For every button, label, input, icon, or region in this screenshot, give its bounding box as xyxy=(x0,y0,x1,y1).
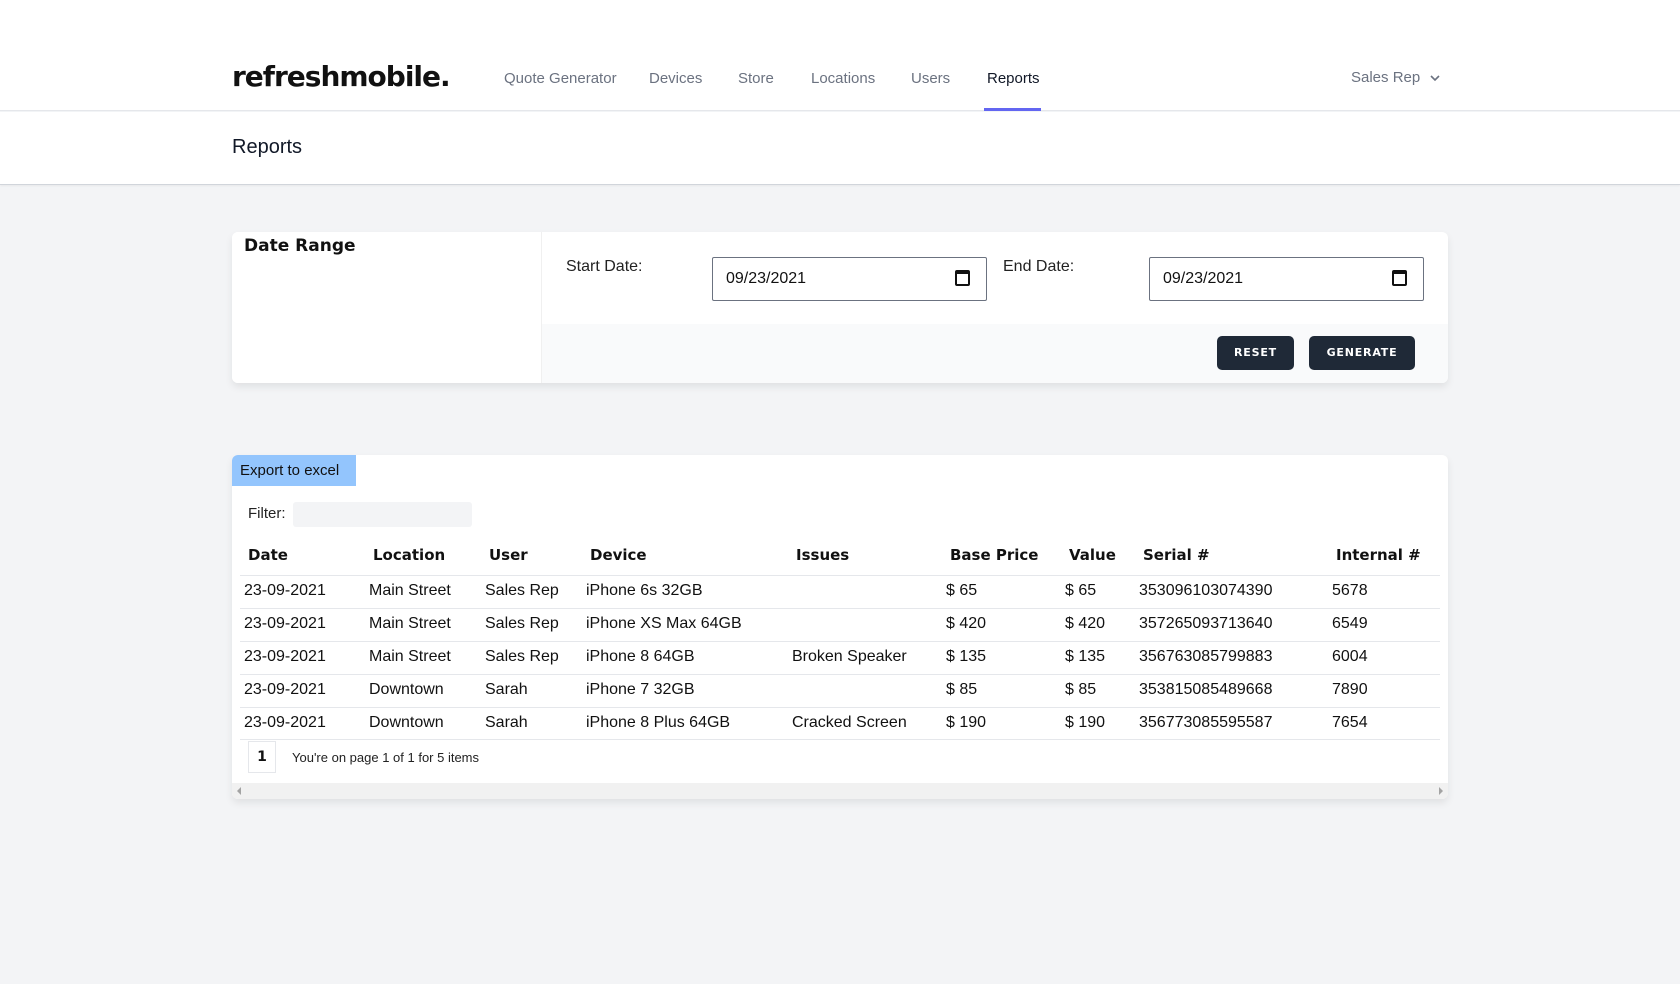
cell-serial: 353096103074390 xyxy=(1139,582,1273,599)
generate-button[interactable]: GENERATE xyxy=(1309,336,1415,370)
column-header-internal[interactable]: Internal # xyxy=(1336,546,1421,564)
cell-date: 23-09-2021 xyxy=(244,681,326,698)
calendar-icon[interactable] xyxy=(1392,270,1407,286)
cell-location: Main Street xyxy=(369,615,451,632)
page-title: Reports xyxy=(232,136,303,158)
start-date-label: Start Date: xyxy=(566,258,643,275)
cell-serial: 353815085489668 xyxy=(1139,681,1273,698)
cell-device: iPhone 8 64GB xyxy=(586,648,695,665)
nav-item-store[interactable]: Store xyxy=(738,70,774,87)
end-date-input[interactable]: 09/23/2021 xyxy=(1149,257,1424,301)
cell-base-price: $ 85 xyxy=(946,681,978,698)
brand-logo[interactable]: refreshmobile. xyxy=(232,60,451,93)
report-table-card: Export to excel Filter: Date Location Us… xyxy=(232,455,1448,799)
cell-internal: 7890 xyxy=(1332,681,1368,698)
column-header-location[interactable]: Location xyxy=(373,546,445,564)
cell-device: iPhone 7 32GB xyxy=(586,681,695,698)
nav-item-devices[interactable]: Devices xyxy=(649,70,702,87)
cell-value: $ 420 xyxy=(1065,615,1106,632)
scroll-left-arrow-icon[interactable] xyxy=(237,787,241,795)
cell-user: Sales Rep xyxy=(485,582,559,599)
cell-device: iPhone XS Max 64GB xyxy=(586,615,742,632)
table-row: 23-09-2021 Main Street Sales Rep iPhone … xyxy=(240,608,1440,641)
filter-label: Filter: xyxy=(248,505,286,522)
cell-value: $ 85 xyxy=(1065,681,1097,698)
chevron-down-icon xyxy=(1430,69,1440,86)
filter-input[interactable] xyxy=(293,502,472,527)
nav-item-locations[interactable]: Locations xyxy=(811,70,875,87)
reset-button[interactable]: RESET xyxy=(1217,336,1294,370)
active-nav-indicator xyxy=(984,108,1041,111)
cell-user: Sales Rep xyxy=(485,648,559,665)
cell-value: $ 190 xyxy=(1065,714,1106,731)
pagination-page-1[interactable]: 1 xyxy=(248,741,276,773)
cell-value: $ 135 xyxy=(1065,648,1106,665)
cell-base-price: $ 420 xyxy=(946,615,987,632)
column-header-date[interactable]: Date xyxy=(248,546,288,564)
user-menu[interactable]: Sales Rep xyxy=(1351,69,1440,86)
nav-item-reports[interactable]: Reports xyxy=(987,70,1040,87)
pagination-summary: You're on page 1 of 1 for 5 items xyxy=(292,750,480,765)
cell-base-price: $ 65 xyxy=(946,582,978,599)
cell-internal: 7654 xyxy=(1332,714,1368,731)
column-header-base-price[interactable]: Base Price xyxy=(950,546,1038,564)
table-row: 23-09-2021 Downtown Sarah iPhone 7 32GB … xyxy=(240,674,1440,707)
nav-item-quote-generator[interactable]: Quote Generator xyxy=(504,70,617,87)
scroll-right-arrow-icon[interactable] xyxy=(1439,787,1443,795)
column-header-serial[interactable]: Serial # xyxy=(1143,546,1210,564)
start-date-input[interactable]: 09/23/2021 xyxy=(712,257,987,301)
cell-location: Downtown xyxy=(369,681,444,698)
start-date-value: 09/23/2021 xyxy=(726,270,807,287)
cell-device: iPhone 6s 32GB xyxy=(586,582,703,599)
cell-internal: 5678 xyxy=(1332,582,1368,599)
cell-user: Sarah xyxy=(485,681,528,698)
cell-date: 23-09-2021 xyxy=(244,615,326,632)
export-to-excel-button[interactable]: Export to excel xyxy=(232,455,356,486)
cell-issues: Cracked Screen xyxy=(792,714,907,731)
cell-location: Main Street xyxy=(369,648,451,665)
cell-date: 23-09-2021 xyxy=(244,582,326,599)
top-navbar: refreshmobile. Quote Generator Devices S… xyxy=(0,0,1680,111)
cell-value: $ 65 xyxy=(1065,582,1097,599)
table-row: 23-09-2021 Main Street Sales Rep iPhone … xyxy=(240,641,1440,674)
column-header-device[interactable]: Device xyxy=(590,546,647,564)
cell-serial: 356763085799883 xyxy=(1139,648,1273,665)
cell-internal: 6549 xyxy=(1332,615,1368,632)
cell-user: Sales Rep xyxy=(485,615,559,632)
end-date-value: 09/23/2021 xyxy=(1163,270,1244,287)
date-range-card: Date Range Start Date: 09/23/2021 End Da… xyxy=(232,232,1448,383)
column-header-user[interactable]: User xyxy=(489,546,528,564)
table-row: 23-09-2021 Main Street Sales Rep iPhone … xyxy=(240,575,1440,608)
table-row: 23-09-2021 Downtown Sarah iPhone 8 Plus … xyxy=(240,707,1440,740)
column-header-issues[interactable]: Issues xyxy=(796,546,849,564)
end-date-label: End Date: xyxy=(1003,258,1075,275)
cell-device: iPhone 8 Plus 64GB xyxy=(586,714,731,731)
date-range-section-header: Date Range xyxy=(232,232,542,383)
cell-user: Sarah xyxy=(485,714,528,731)
date-range-heading: Date Range xyxy=(244,236,356,256)
cell-location: Downtown xyxy=(369,714,444,731)
cell-serial: 356773085595587 xyxy=(1139,714,1273,731)
cell-base-price: $ 190 xyxy=(946,714,987,731)
user-menu-label: Sales Rep xyxy=(1351,69,1421,86)
cell-date: 23-09-2021 xyxy=(244,714,326,731)
column-header-value[interactable]: Value xyxy=(1069,546,1116,564)
calendar-icon[interactable] xyxy=(955,270,970,286)
cell-internal: 6004 xyxy=(1332,648,1368,665)
nav-item-users[interactable]: Users xyxy=(911,70,950,87)
horizontal-scrollbar[interactable] xyxy=(232,783,1448,799)
cell-date: 23-09-2021 xyxy=(244,648,326,665)
cell-base-price: $ 135 xyxy=(946,648,987,665)
cell-issues: Broken Speaker xyxy=(792,648,907,665)
cell-serial: 357265093713640 xyxy=(1139,615,1273,632)
cell-location: Main Street xyxy=(369,582,451,599)
